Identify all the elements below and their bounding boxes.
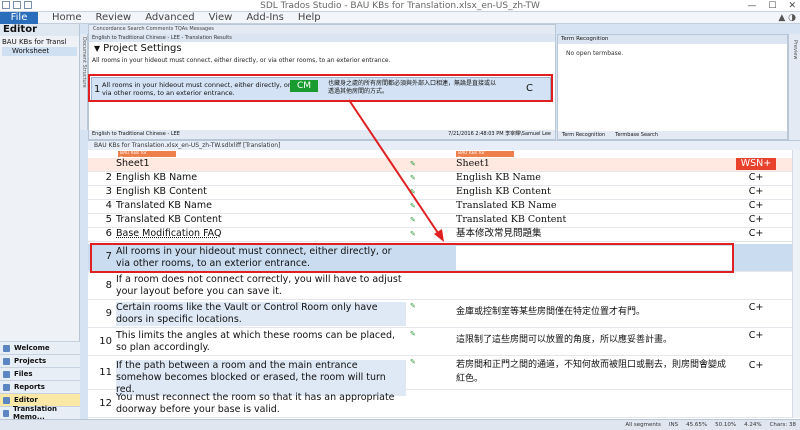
stat-1: 45.65%	[686, 422, 708, 428]
stat-3: 4.24%	[744, 422, 762, 428]
arrow-annotation	[348, 99, 444, 242]
stat-2: 50.10%	[715, 422, 737, 428]
char-count: Chars: 38	[769, 422, 796, 428]
insert-mode: INS	[668, 422, 679, 428]
segments-filter[interactable]: All segments	[625, 422, 661, 428]
status-bar: All segments INS 45.65% 50.10% 4.24% Cha…	[0, 419, 800, 430]
